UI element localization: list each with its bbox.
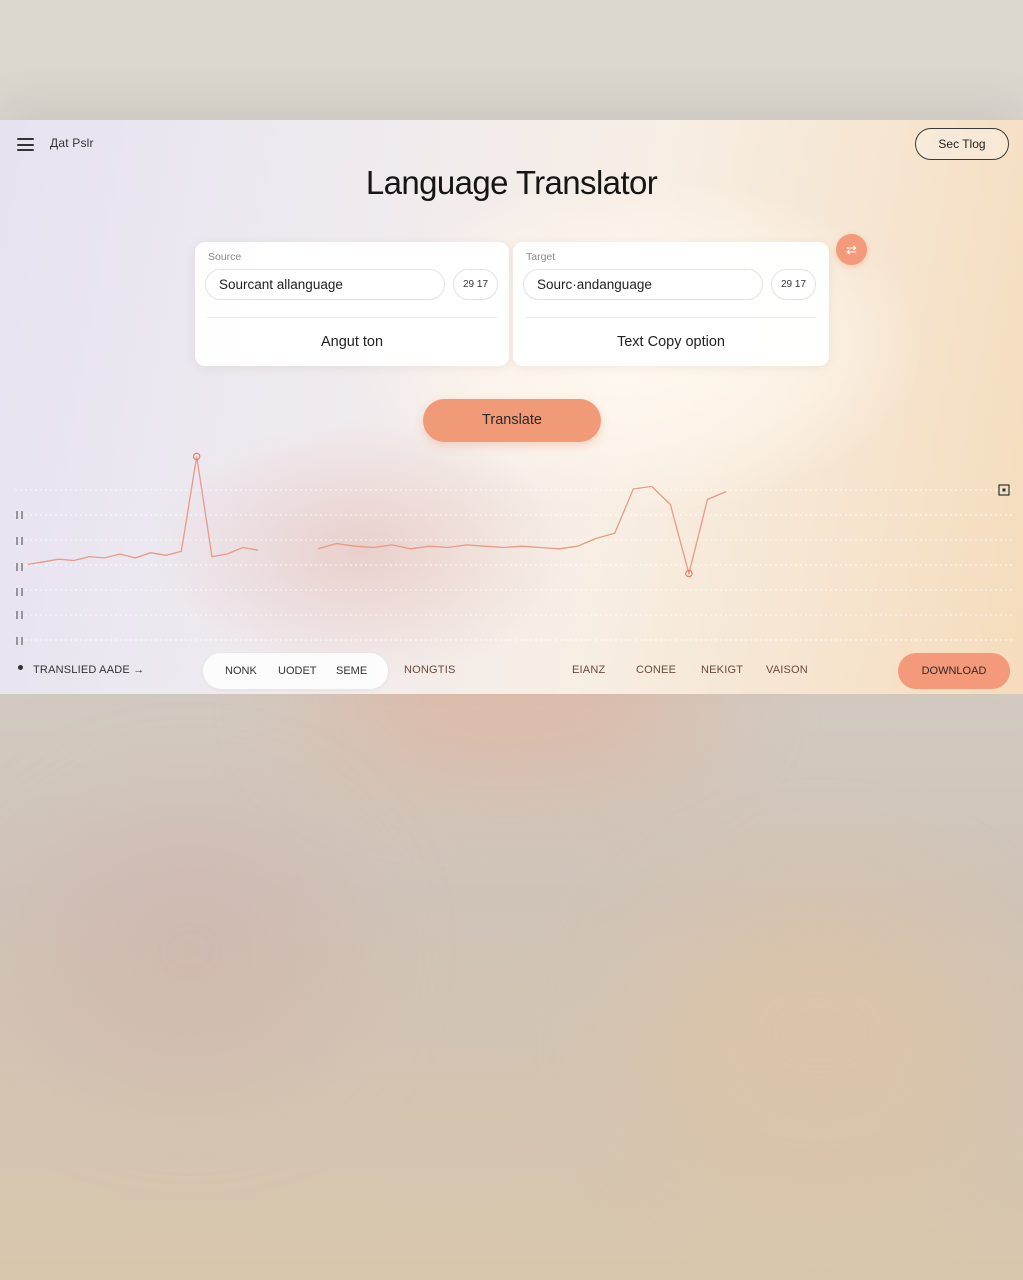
- status-text[interactable]: TRANSLIED AADE →: [33, 664, 144, 676]
- nav-item[interactable]: NONGTIS: [404, 664, 456, 676]
- chart-grid: [15, 489, 1013, 641]
- nav-item[interactable]: NEKIGT: [701, 664, 743, 676]
- swap-icon[interactable]: ⇄: [836, 234, 867, 265]
- status-dot: [18, 665, 23, 670]
- hamburger-menu-icon[interactable]: [17, 138, 34, 151]
- target-panel: Target Sourc·andanguage 29 17 Text Copy …: [513, 242, 829, 366]
- download-button[interactable]: DOWNLOAD: [898, 653, 1010, 689]
- source-language-field[interactable]: Sourcant allanguage: [205, 269, 445, 300]
- target-language-field[interactable]: Sourc·andanguage: [523, 269, 763, 300]
- target-count-chip: 29 17: [771, 269, 816, 300]
- target-label: Target: [526, 251, 556, 263]
- brand-name: Дat Pslr: [50, 136, 94, 150]
- translate-button[interactable]: Translate: [423, 399, 601, 442]
- source-label: Source: [208, 251, 242, 263]
- source-action[interactable]: Angut ton: [195, 334, 509, 350]
- nav-item[interactable]: CONEE: [636, 664, 676, 676]
- chart-series-line-b: [317, 485, 727, 577]
- segmented-control: NONK UODET SEME: [203, 653, 388, 689]
- segment-option[interactable]: NONK: [225, 653, 257, 689]
- panel-divider: [207, 317, 497, 318]
- chart-series-line-a: [27, 456, 259, 566]
- source-count-chip: 29 17: [453, 269, 498, 300]
- page-title: Language Translator: [365, 164, 658, 201]
- copy-option-action[interactable]: Text Copy option: [513, 334, 829, 350]
- segment-option[interactable]: UODET: [278, 653, 317, 689]
- segment-option[interactable]: SEME: [336, 653, 367, 689]
- top-right-button[interactable]: Sec Tlog: [915, 128, 1009, 160]
- bottom-bar: TRANSLIED AADE → NONK UODET SEME NONGTIS…: [0, 650, 1023, 694]
- panel-divider: [525, 317, 817, 318]
- nav-item[interactable]: VAISON: [766, 664, 808, 676]
- translator-app: Дat Pslr Sec Tlog Language Translator So…: [0, 120, 1023, 694]
- waveform-chart: [15, 452, 1013, 645]
- source-panel: Source Sourcant allanguage 29 17 Angut t…: [195, 242, 509, 366]
- chart-y-ticks: [16, 511, 23, 645]
- nav-item[interactable]: EIANZ: [572, 664, 605, 676]
